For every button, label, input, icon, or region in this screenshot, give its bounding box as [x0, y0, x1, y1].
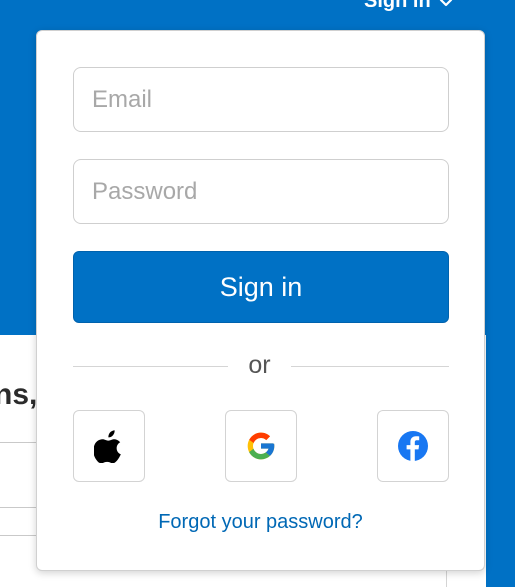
page-right-margin: [486, 335, 515, 587]
page-divider: [0, 535, 40, 536]
password-field[interactable]: [73, 159, 449, 224]
header-signin-label: Sign in: [364, 0, 431, 12]
page-heading: ns,: [0, 378, 38, 411]
divider-line-right: [291, 366, 449, 367]
chevron-down-icon: [439, 0, 452, 6]
email-field[interactable]: [73, 67, 449, 132]
header-signin-menu[interactable]: Sign in: [364, 0, 453, 13]
apple-icon: [94, 430, 121, 463]
divider-or: or: [248, 351, 271, 379]
forgot-password-link[interactable]: Forgot your password?: [37, 511, 484, 534]
facebook-signin-button[interactable]: [377, 410, 449, 482]
signin-dropdown: Sign in or Forgot your password?: [36, 30, 485, 571]
google-icon: [247, 432, 275, 460]
divider-line-left: [73, 366, 228, 367]
facebook-icon: [398, 431, 428, 461]
page-divider: [0, 442, 40, 443]
page-divider: [0, 507, 40, 508]
apple-signin-button[interactable]: [73, 410, 145, 482]
signin-button[interactable]: Sign in: [73, 251, 449, 323]
google-signin-button[interactable]: [225, 410, 297, 482]
